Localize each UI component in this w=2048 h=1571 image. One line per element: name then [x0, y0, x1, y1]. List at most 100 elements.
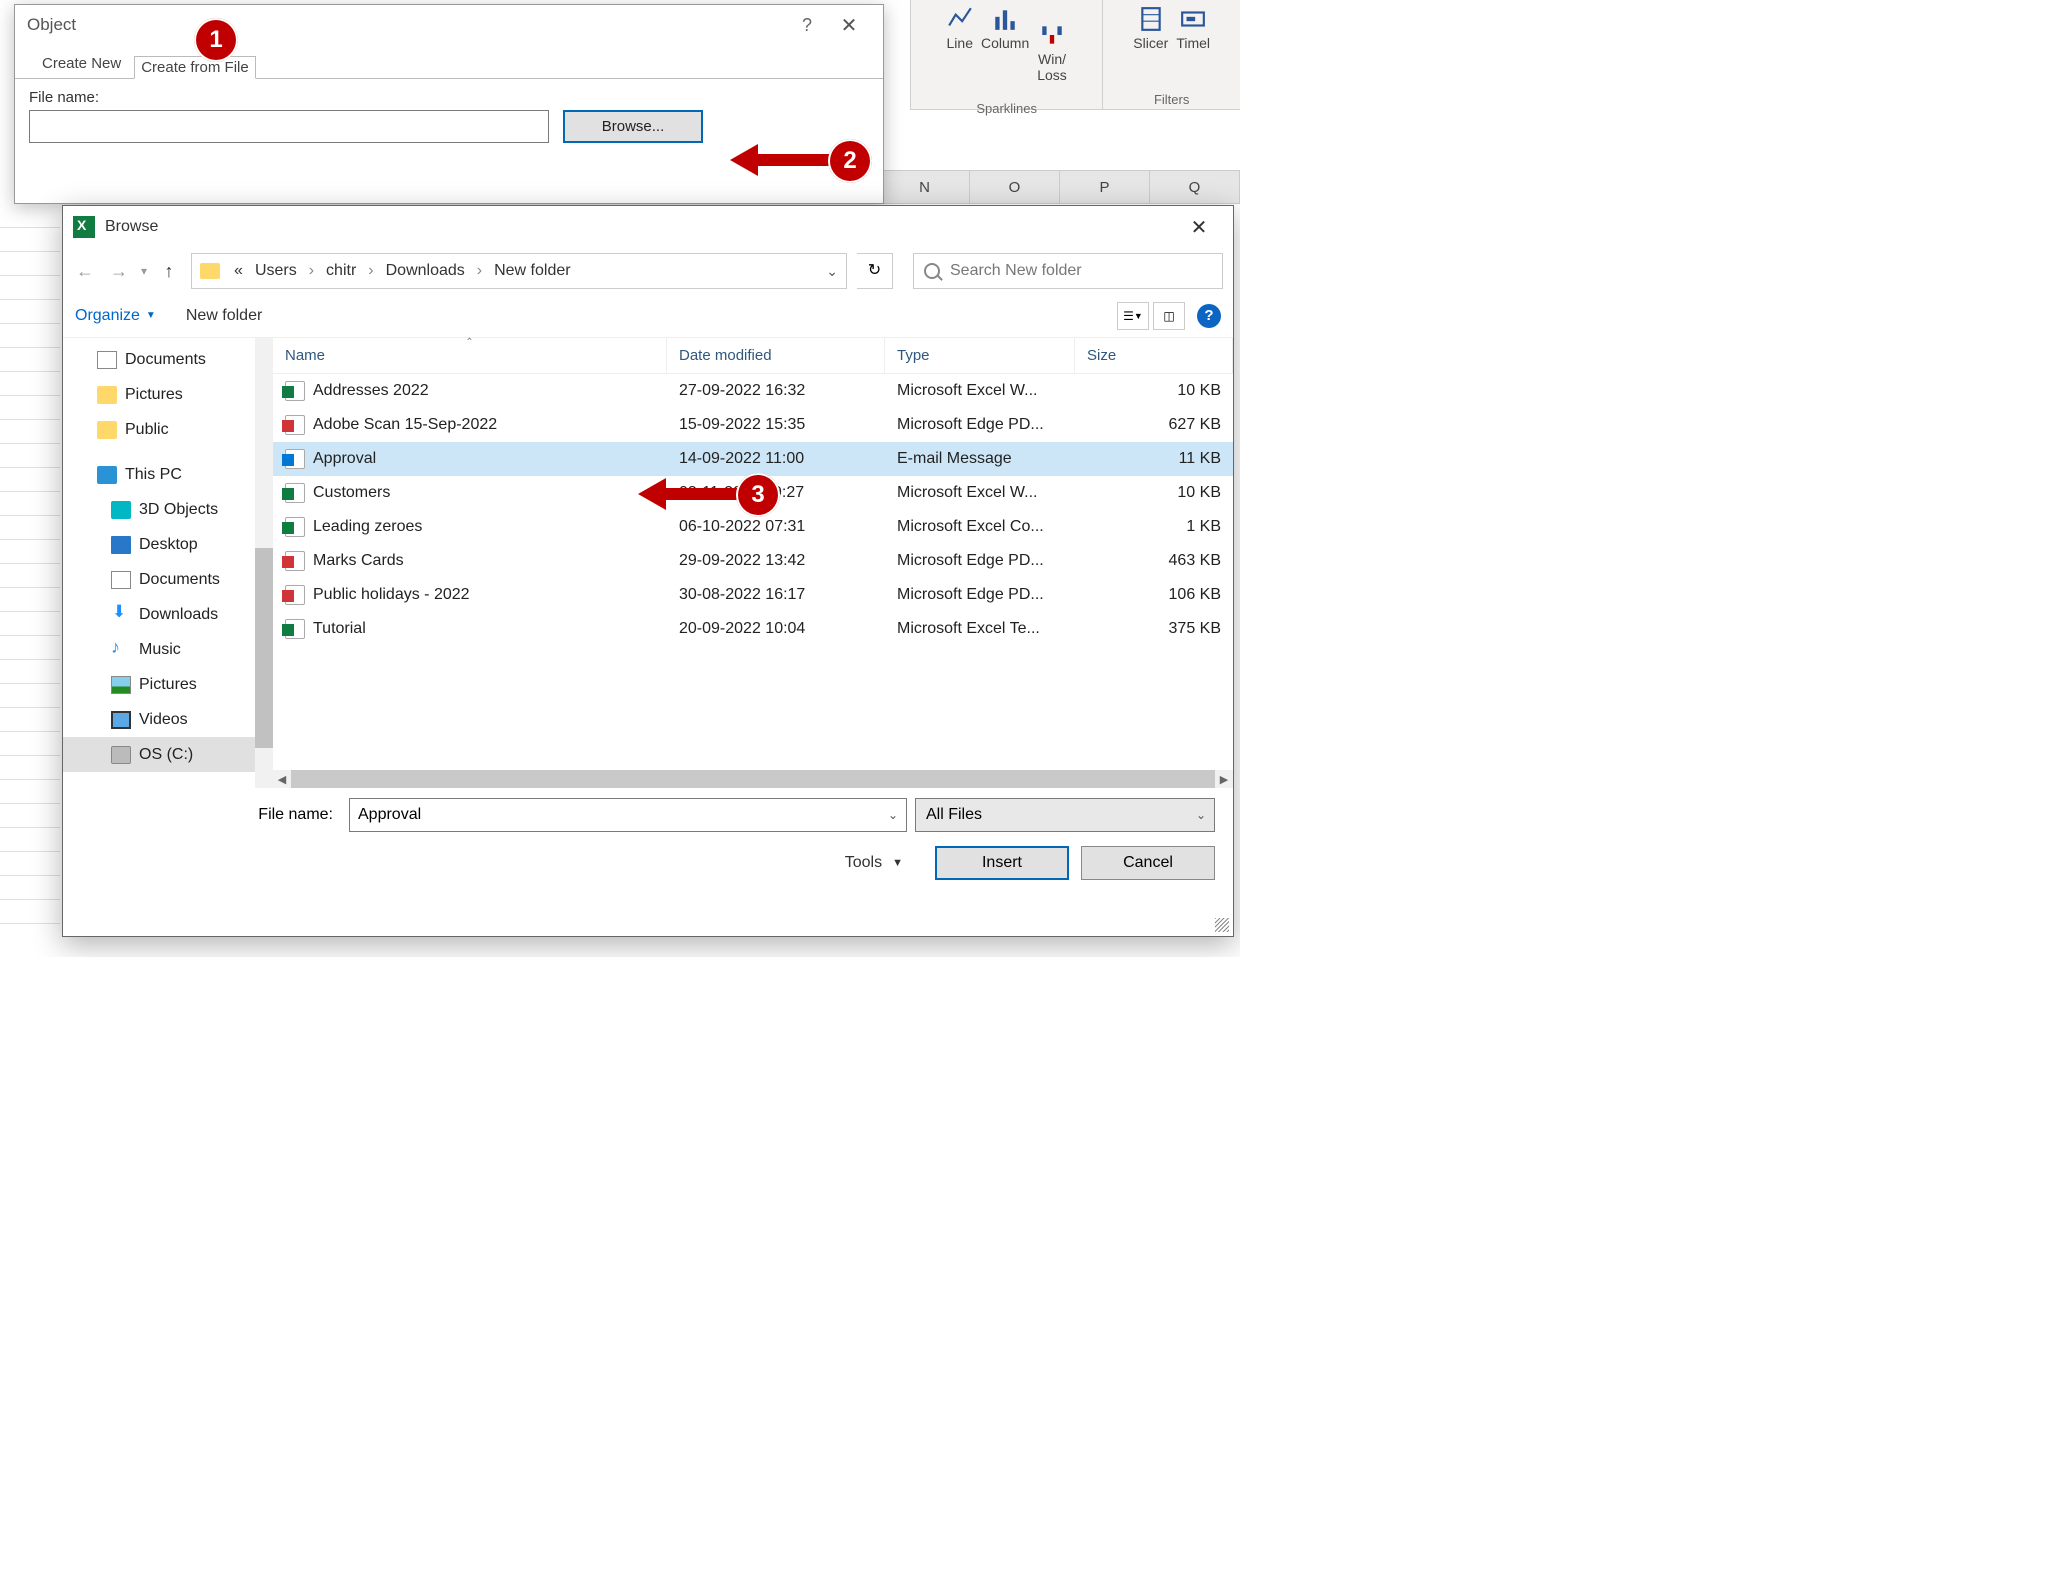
chevron-down-icon[interactable]: ⌄: [826, 263, 838, 280]
tools-menu[interactable]: Tools▼: [845, 854, 903, 872]
xls-file-icon: [285, 619, 305, 639]
browse-dialog-title: Browse: [105, 218, 158, 236]
folder-icon: [200, 263, 220, 279]
navigation-tree[interactable]: DocumentsPicturesPublicThis PC3D Objects…: [63, 338, 273, 788]
preview-pane-button[interactable]: ◫: [1153, 302, 1185, 330]
tree-item[interactable]: Pictures: [63, 377, 273, 412]
search-input[interactable]: Search New folder: [913, 253, 1223, 289]
chevron-down-icon[interactable]: ⌄: [888, 808, 898, 822]
tree-item[interactable]: Music: [63, 632, 273, 667]
cancel-button[interactable]: Cancel: [1081, 846, 1215, 880]
help-icon[interactable]: ?: [787, 15, 827, 36]
tree-item[interactable]: Downloads: [63, 597, 273, 632]
column-headers: NOPQ: [880, 170, 1240, 204]
tree-item[interactable]: Videos: [63, 702, 273, 737]
chevron-down-icon[interactable]: ⌄: [1196, 808, 1206, 822]
tree-item-label: Documents: [125, 351, 206, 369]
nav-forward-icon[interactable]: →: [107, 261, 131, 282]
file-type-filter[interactable]: All Files ⌄: [915, 798, 1215, 832]
sparkline-line-button[interactable]: Line: [947, 6, 973, 51]
column-header-name[interactable]: ⌃Name: [273, 338, 667, 373]
breadcrumb-segment[interactable]: New folder: [490, 262, 574, 280]
breadcrumb-segment[interactable]: Downloads: [382, 262, 469, 280]
organize-menu[interactable]: Organize▼: [75, 307, 156, 325]
music-icon: [111, 641, 131, 659]
breadcrumb-segment[interactable]: Users: [251, 262, 301, 280]
file-row[interactable]: Marks Cards29-09-2022 13:42Microsoft Edg…: [273, 544, 1233, 578]
insert-button[interactable]: Insert: [935, 846, 1069, 880]
file-size: 106 KB: [1075, 586, 1233, 604]
scrollbar-thumb[interactable]: [255, 548, 273, 748]
file-type: E-mail Message: [885, 450, 1075, 468]
tree-item-label: Pictures: [139, 676, 197, 694]
view-options-button[interactable]: ☰ ▼: [1117, 302, 1149, 330]
file-name: Adobe Scan 15-Sep-2022: [313, 416, 497, 433]
help-icon[interactable]: ?: [1197, 304, 1221, 328]
timeline-button[interactable]: Timel: [1176, 6, 1210, 51]
file-name: Addresses 2022: [313, 382, 429, 399]
file-row[interactable]: Approval14-09-2022 11:00E-mail Message11…: [273, 442, 1233, 476]
tab-create-new[interactable]: Create New: [29, 48, 134, 78]
annotation-badge-3: 3: [736, 473, 780, 517]
pdf-file-icon: [285, 585, 305, 605]
column-header-type[interactable]: Type: [885, 338, 1075, 373]
file-name-label: File name:: [81, 806, 341, 824]
ribbon-group-filters-label: Filters: [1154, 90, 1189, 109]
tree-item[interactable]: Pictures: [63, 667, 273, 702]
search-icon: [924, 263, 940, 279]
scrollbar-horizontal[interactable]: ◀▶: [273, 770, 1233, 788]
breadcrumb-segment[interactable]: chitr: [322, 262, 360, 280]
nav-history-dropdown[interactable]: ▾: [141, 264, 147, 278]
tab-create-from-file[interactable]: Create from File: [134, 56, 256, 79]
object-file-name-input[interactable]: [29, 110, 549, 143]
tree-item-label: Music: [139, 641, 181, 659]
tree-item[interactable]: Public: [63, 412, 273, 447]
xls-file-icon: [285, 483, 305, 503]
file-type: Microsoft Edge PD...: [885, 586, 1075, 604]
browse-button[interactable]: Browse...: [563, 110, 703, 143]
tree-item[interactable]: Documents: [63, 562, 273, 597]
xls-file-icon: [285, 381, 305, 401]
file-row[interactable]: Adobe Scan 15-Sep-202215-09-2022 15:35Mi…: [273, 408, 1233, 442]
file-row[interactable]: Public holidays - 2022 30-08-2022 16:17Mi…: [273, 578, 1233, 612]
tree-item-label: Downloads: [139, 606, 218, 624]
tree-item-label: Desktop: [139, 536, 198, 554]
new-folder-button[interactable]: New folder: [186, 307, 262, 325]
tree-item[interactable]: Desktop: [63, 527, 273, 562]
tree-item[interactable]: 3D Objects: [63, 492, 273, 527]
file-date: 15-09-2022 15:35: [667, 416, 885, 434]
tree-item[interactable]: This PC: [63, 457, 273, 492]
desktop-icon: [111, 536, 131, 554]
resize-grip[interactable]: [1215, 918, 1229, 932]
file-row[interactable]: Addresses 2022 27-09-2022 16:32Microsoft …: [273, 374, 1233, 408]
refresh-icon[interactable]: ↻: [857, 253, 893, 289]
file-name: Customers: [313, 484, 390, 501]
sparkline-winloss-button[interactable]: Win/ Loss: [1037, 6, 1067, 99]
column-header-size[interactable]: Size: [1075, 338, 1233, 373]
file-type: Microsoft Edge PD...: [885, 552, 1075, 570]
pdf-file-icon: [285, 415, 305, 435]
pc-icon: [97, 466, 117, 484]
folder-icon: [97, 421, 117, 439]
breadcrumb[interactable]: « Users› chitr› Downloads› New folder ⌄: [191, 253, 847, 289]
file-date: 30-08-2022 16:17: [667, 586, 885, 604]
close-icon[interactable]: ✕: [1175, 215, 1223, 240]
file-name-input[interactable]: Approval ⌄: [349, 798, 907, 832]
file-date: 29-09-2022 13:42: [667, 552, 885, 570]
slicer-button[interactable]: Slicer: [1133, 6, 1168, 51]
column-header-date[interactable]: Date modified: [667, 338, 885, 373]
nav-back-icon[interactable]: ←: [73, 261, 97, 282]
file-name: Leading zeroes: [313, 518, 422, 535]
tree-item[interactable]: OS (C:): [63, 737, 273, 772]
doc-icon: [111, 571, 131, 589]
file-row[interactable]: Tutorial20-09-2022 10:04Microsoft Excel …: [273, 612, 1233, 646]
file-size: 11 KB: [1075, 450, 1233, 468]
close-icon[interactable]: ✕: [827, 13, 871, 38]
file-size: 1 KB: [1075, 518, 1233, 536]
sparkline-column-button[interactable]: Column: [981, 6, 1029, 51]
file-type: Microsoft Excel W...: [885, 382, 1075, 400]
file-name: Public holidays - 2022: [313, 586, 470, 603]
file-date: 27-09-2022 16:32: [667, 382, 885, 400]
tree-item[interactable]: Documents: [63, 342, 273, 377]
nav-up-icon[interactable]: ↑: [157, 261, 181, 282]
